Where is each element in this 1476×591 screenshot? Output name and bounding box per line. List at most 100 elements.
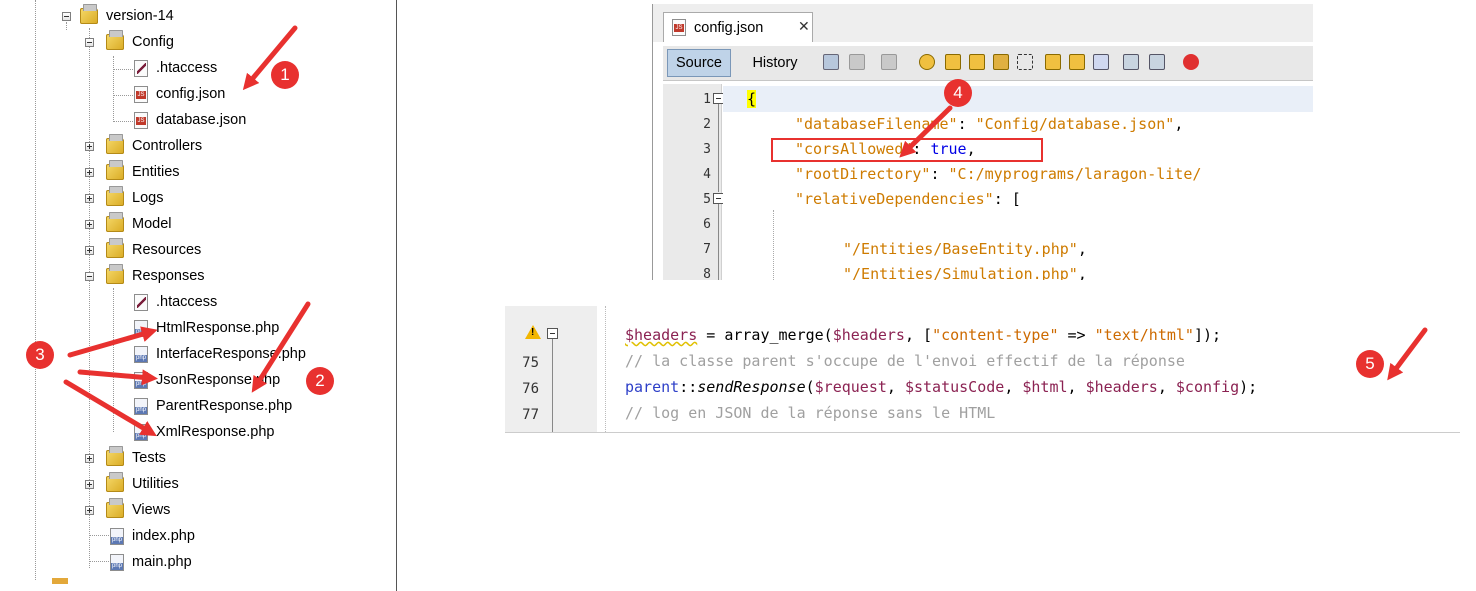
line-number: 76 [522,381,539,397]
php-code-line-77: // log en JSON de la réponse sans le HTM… [625,404,996,422]
php-file-icon [134,319,148,337]
tree-item-database-json[interactable]: database.json [134,108,246,132]
json-file-icon [672,19,686,36]
tree-item-label: Model [132,216,172,232]
php-code-line-75: // la classe parent s'occupe de l'envoi … [625,352,1185,370]
expand-toggle[interactable] [85,246,94,255]
tree-item-label: database.json [156,112,247,128]
editor-toolbar: Source History [663,46,1313,81]
tree-item-model[interactable]: Model [106,212,172,236]
shift-left-icon[interactable] [1123,54,1139,70]
line-number: 1 [703,92,711,107]
annotation-badge-4: 4 [944,79,972,107]
php-file-icon [134,345,148,363]
fold-toggle-icon[interactable] [547,328,558,339]
tree-item-html-response[interactable]: HtmlResponse.php [134,316,279,340]
back-icon[interactable] [849,54,865,70]
code-area[interactable]: { "databaseFilename": "Config/database.j… [723,84,1313,280]
tree-item-entities[interactable]: Entities [106,160,180,184]
php-code-line-76: parent::sendResponse($request, $statusCo… [625,378,1258,396]
tree-guide [66,22,67,30]
folder-icon [106,134,124,154]
find-icon[interactable] [919,54,935,70]
toggle-highlight-icon[interactable] [993,54,1009,70]
php-file-icon [110,527,124,545]
rectangular-selection-icon[interactable] [1017,54,1033,70]
folder-icon [106,472,124,492]
tree-item-config-htaccess[interactable]: .htaccess [134,56,217,80]
expand-toggle[interactable] [85,506,94,515]
toggle-bookmark-icon[interactable] [1093,54,1109,70]
warning-icon [525,325,541,339]
tree-item-config[interactable]: Config [106,30,174,54]
expand-toggle[interactable] [85,480,94,489]
tree-item-main-php[interactable]: main.php [110,550,192,574]
fold-guide [718,104,719,192]
line-number: 7 [703,242,711,257]
tree-item-logs[interactable]: Logs [106,186,163,210]
editor-tab-bar: config.json ✕ [653,4,1313,42]
php-file-icon [134,371,148,389]
previous-bookmark-icon[interactable] [1045,54,1061,70]
forward-icon[interactable] [881,54,897,70]
record-macro-icon[interactable] [1183,54,1199,70]
tree-item-label: .htaccess [156,60,218,76]
folder-icon [106,30,124,50]
expand-toggle[interactable] [85,220,94,229]
next-bookmark-icon[interactable] [1069,54,1085,70]
line-number: 75 [522,355,539,371]
tree-item-xml-response[interactable]: XmlResponse.php [134,420,275,444]
expand-toggle[interactable] [85,168,94,177]
tree-item-label: HtmlResponse.php [156,320,280,336]
tree-item-parent-response[interactable]: ParentResponse.php [134,394,292,418]
code-line-8: "/Entities/Simulation.php", [843,265,1087,280]
tree-item-label: Views [132,502,171,518]
current-line-highlight [723,86,1313,112]
tree-item-version-14[interactable]: version-14 [80,4,174,28]
folder-icon [106,238,124,258]
tree-item-label: InterfaceResponse.php [156,346,306,362]
line-number-gutter: 75 76 77 [505,306,597,432]
history-button[interactable]: History [739,49,811,77]
project-tree: version-14 Config .htaccess config.json … [0,0,397,591]
expand-toggle[interactable] [85,142,94,151]
expand-toggle[interactable] [85,454,94,463]
tree-item-label: index.php [132,528,195,544]
htaccess-file-icon [134,59,148,77]
tree-item-label: Tests [132,450,166,466]
tree-item-interface-response[interactable]: InterfaceResponse.php [134,342,306,366]
collapse-toggle[interactable] [85,38,94,47]
folder-icon [106,212,124,232]
tree-item-label: .htaccess [156,294,218,310]
tree-item-index-php[interactable]: index.php [110,524,195,548]
tree-item-json-response[interactable]: JsonResponse.php [134,368,280,392]
shift-right-icon[interactable] [1149,54,1165,70]
tree-item-label: Logs [132,190,164,206]
last-edit-icon[interactable] [823,54,839,70]
collapse-toggle[interactable] [62,12,71,21]
tree-guide [113,69,133,70]
tree-item-resources[interactable]: Resources [106,238,201,262]
tree-item-views[interactable]: Views [106,498,170,522]
code-line-4: "rootDirectory": "C:/myprograms/laragon-… [795,165,1202,183]
tree-item-config-json[interactable]: config.json [134,82,225,106]
fold-guide [718,204,719,280]
php-code-line-74: $headers = array_merge($headers, ["conte… [625,326,1222,344]
tree-item-controllers[interactable]: Controllers [106,134,202,158]
tab-config-json[interactable]: config.json ✕ [663,12,813,42]
collapse-toggle[interactable] [85,272,94,281]
close-icon[interactable]: ✕ [798,18,810,35]
php-file-icon [134,397,148,415]
find-next-icon[interactable] [969,54,985,70]
tree-item-responses-htaccess[interactable]: .htaccess [134,290,217,314]
find-previous-icon[interactable] [945,54,961,70]
tree-guide [113,95,133,96]
tree-item-tests[interactable]: Tests [106,446,166,470]
source-button[interactable]: Source [667,49,731,77]
tree-item-responses[interactable]: Responses [106,264,205,288]
folder-icon [106,160,124,180]
folder-icon [106,498,124,518]
expand-toggle[interactable] [85,194,94,203]
line-number: 3 [703,142,711,157]
tree-item-utilities[interactable]: Utilities [106,472,179,496]
